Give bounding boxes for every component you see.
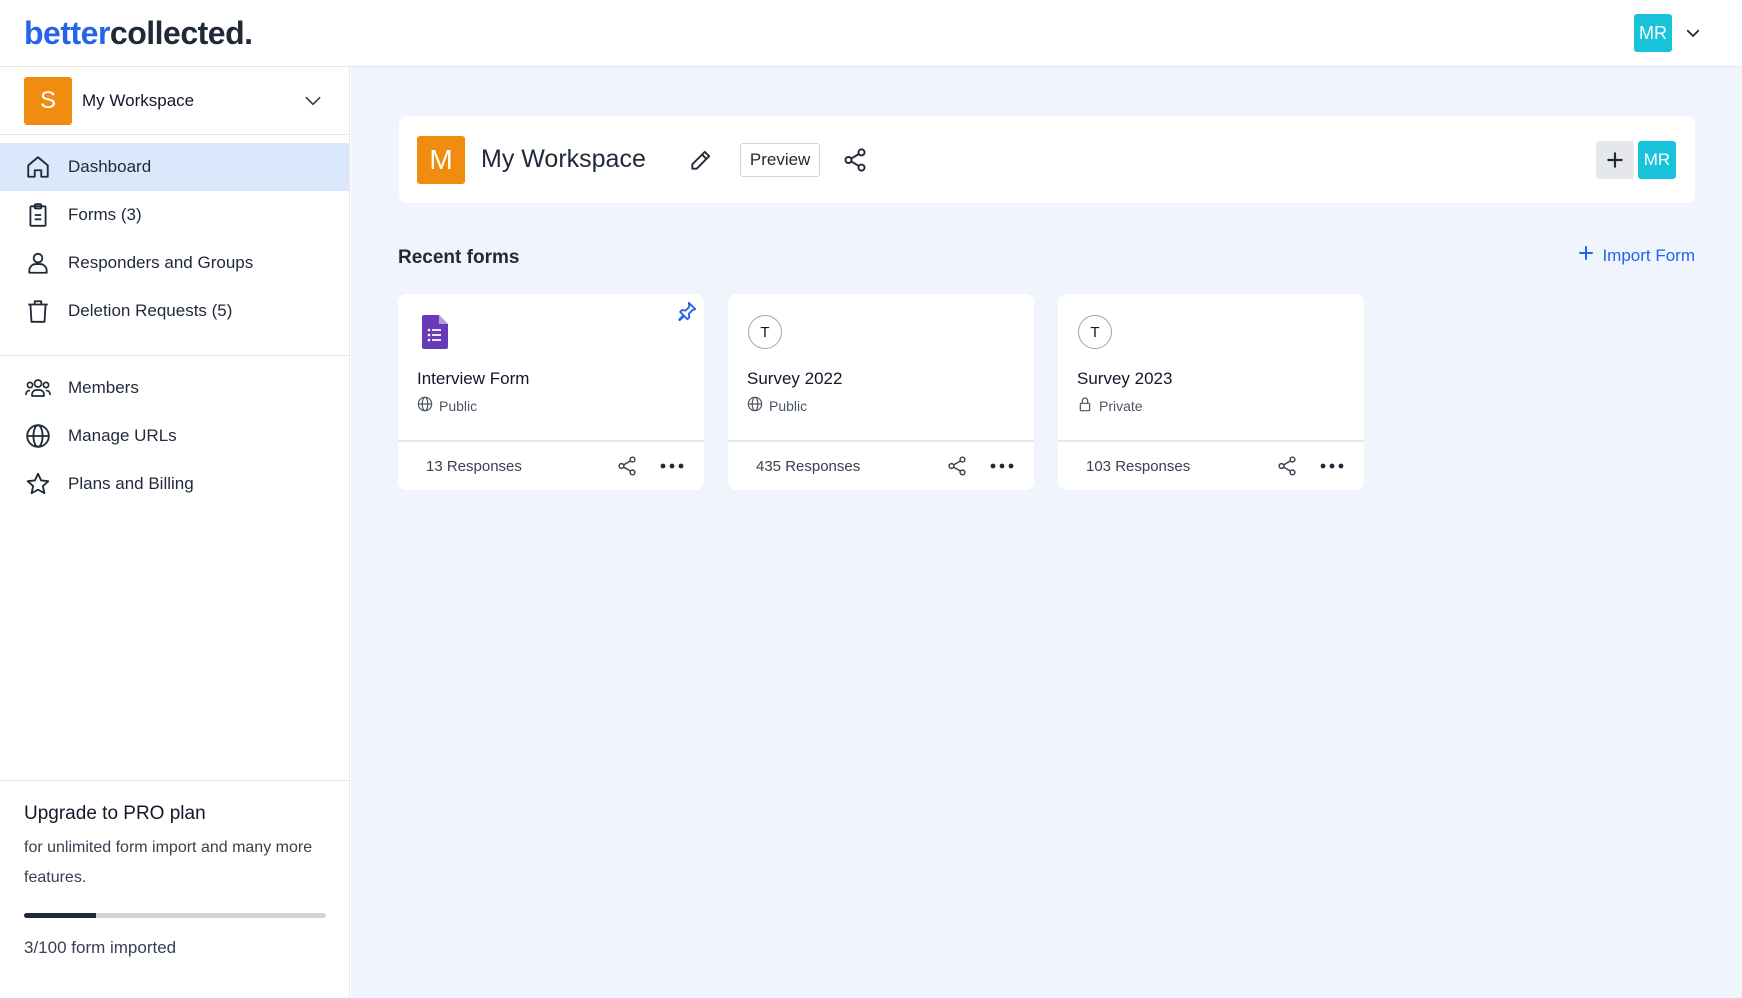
avatar[interactable]: MR	[1634, 14, 1672, 52]
user-menu[interactable]: MR	[1634, 14, 1702, 52]
recent-forms-heading: Recent forms	[398, 247, 520, 268]
form-card[interactable]: Interview Form Public 13 Responses	[398, 294, 704, 490]
brand-logo[interactable]: bettercollected.	[24, 15, 253, 52]
workspace-name: My Workspace	[82, 90, 195, 110]
form-card-body[interactable]: T Survey 2023 Private	[1058, 294, 1364, 442]
sidebar-item-label: Manage URLs	[68, 426, 177, 445]
sidebar-item-dashboard[interactable]: Dashboard	[0, 143, 349, 191]
top-header: bettercollected. MR	[0, 0, 1742, 67]
chevron-down-icon[interactable]	[303, 91, 323, 116]
brand-part-1: better	[24, 14, 110, 51]
form-card-footer: 435 Responses	[728, 442, 1034, 490]
upgrade-title[interactable]: Upgrade to PRO plan	[24, 803, 325, 825]
form-title[interactable]: Survey 2022	[747, 369, 1015, 389]
lock-icon	[1077, 396, 1093, 415]
sidebar-item-label: Forms (3)	[68, 205, 142, 224]
more-options-icon[interactable]	[990, 463, 1014, 469]
secondary-nav: Members Manage URLs Plans and Billing	[0, 355, 349, 516]
form-card-actions	[616, 455, 684, 477]
typeform-letter: T	[1078, 315, 1112, 349]
form-card-body[interactable]: Interview Form Public	[398, 294, 704, 442]
preview-button[interactable]: Preview	[739, 142, 821, 177]
plus-icon[interactable]	[1596, 140, 1634, 179]
google-forms-icon	[417, 314, 453, 350]
sidebar-item-label: Deletion Requests (5)	[68, 301, 233, 320]
form-card[interactable]: T Survey 2023 Private 103 Responses	[1058, 294, 1364, 490]
upgrade-panel: Upgrade to PRO plan for unlimited form i…	[0, 780, 349, 998]
sidebar-item-responders[interactable]: Responders and Groups	[0, 239, 349, 287]
pin-icon[interactable]	[676, 300, 698, 327]
sidebar-item-manage-urls[interactable]: Manage URLs	[0, 412, 349, 460]
globe-icon	[747, 396, 763, 415]
typeform-letter: T	[748, 315, 782, 349]
response-count: 103 Responses	[1086, 457, 1191, 475]
more-options-icon[interactable]	[660, 463, 684, 469]
form-card-footer: 103 Responses	[1058, 442, 1364, 490]
visibility-label: Public	[769, 397, 808, 414]
globe-icon	[24, 422, 52, 450]
avatar[interactable]: MR	[1638, 140, 1676, 179]
brand-part-2: collected.	[109, 14, 253, 51]
share-icon[interactable]	[946, 455, 968, 477]
import-progress-fill	[24, 913, 97, 918]
form-title[interactable]: Survey 2023	[1077, 369, 1345, 389]
form-visibility: Public	[747, 396, 1015, 415]
sidebar-item-deletion-requests[interactable]: Deletion Requests (5)	[0, 287, 349, 335]
recent-forms-list: Interview Form Public 13 Responses T Sur…	[398, 294, 1364, 490]
page-title: My Workspace	[481, 145, 646, 173]
form-card-actions	[1276, 455, 1344, 477]
star-icon	[24, 470, 52, 498]
sidebar-item-label: Responders and Groups	[68, 253, 254, 272]
form-title[interactable]: Interview Form	[417, 369, 685, 389]
sidebar-item-label: Members	[68, 378, 139, 397]
workspace-actions: MR	[1596, 140, 1676, 179]
home-icon	[24, 153, 52, 181]
sidebar-item-label: Plans and Billing	[68, 474, 194, 493]
form-card[interactable]: T Survey 2022 Public 435 Responses	[728, 294, 1034, 490]
form-visibility: Public	[417, 396, 685, 415]
import-form-button[interactable]: Import Form	[1578, 245, 1695, 266]
import-count: 3/100 form imported	[24, 938, 177, 957]
response-count: 13 Responses	[426, 457, 522, 475]
workspace-switcher[interactable]: S My Workspace	[0, 67, 349, 135]
workspace-header-card: M My Workspace Preview MR	[399, 116, 1695, 203]
workspace-logo: M	[417, 135, 465, 184]
form-visibility: Private	[1077, 396, 1345, 415]
import-progress-bar	[24, 913, 326, 918]
form-card-footer: 13 Responses	[398, 442, 704, 490]
visibility-label: Private	[1099, 397, 1143, 414]
pencil-icon[interactable]	[686, 145, 716, 175]
form-card-body[interactable]: T Survey 2022 Public	[728, 294, 1034, 442]
sidebar-item-label: Dashboard	[68, 157, 152, 176]
globe-icon	[417, 396, 433, 415]
chevron-down-icon[interactable]	[1684, 24, 1702, 42]
plus-icon	[1578, 245, 1594, 266]
response-count: 435 Responses	[756, 457, 861, 475]
visibility-label: Public	[439, 397, 478, 414]
primary-nav: Dashboard Forms (3) Responders and Group…	[0, 135, 349, 343]
upgrade-description: for unlimited form import and many more …	[24, 839, 313, 886]
import-form-label: Import Form	[1602, 245, 1695, 265]
form-card-actions	[946, 455, 1014, 477]
trash-icon	[24, 297, 52, 325]
share-icon[interactable]	[840, 145, 870, 175]
typeform-icon: T	[1077, 314, 1113, 350]
clipboard-icon	[24, 201, 52, 229]
sidebar-item-plans-billing[interactable]: Plans and Billing	[0, 460, 349, 508]
sidebar-item-members[interactable]: Members	[0, 364, 349, 412]
share-icon[interactable]	[1276, 455, 1298, 477]
share-icon[interactable]	[616, 455, 638, 477]
sidebar-item-forms[interactable]: Forms (3)	[0, 191, 349, 239]
sidebar: S My Workspace Dashboard Forms (3) Respo…	[0, 67, 350, 998]
main-content: M My Workspace Preview MR Recent forms I…	[351, 67, 1742, 998]
users-icon	[24, 374, 52, 402]
more-options-icon[interactable]	[1320, 463, 1344, 469]
workspace-logo: S	[24, 76, 72, 125]
typeform-icon: T	[747, 314, 783, 350]
user-icon	[24, 249, 52, 277]
